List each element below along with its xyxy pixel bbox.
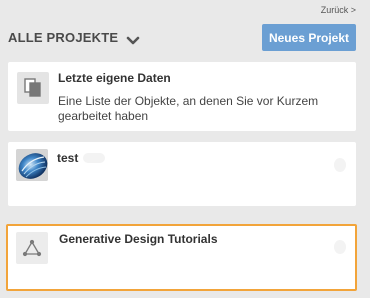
project-title: test (57, 151, 79, 165)
project-title: Generative Design Tutorials (59, 232, 218, 246)
page-title: ALLE PROJEKTE (8, 30, 119, 45)
project-card-recent-data[interactable]: Letzte eigene Daten Eine Liste der Objek… (8, 62, 356, 131)
project-card-generative-design[interactable]: Generative Design Tutorials (6, 224, 357, 291)
projects-panel: Zurück > ALLE PROJEKTE Neues Projekt Let… (0, 0, 370, 298)
new-project-button[interactable]: Neues Projekt (262, 24, 356, 51)
project-title: Letzte eigene Daten (58, 71, 171, 85)
back-link[interactable]: Zurück > (321, 5, 356, 15)
options-icon[interactable] (334, 240, 346, 254)
status-indicator (83, 153, 105, 163)
chevron-down-icon (126, 33, 140, 44)
documents-icon (17, 72, 49, 104)
project-thumbnail (16, 149, 48, 181)
project-filter-dropdown[interactable]: ALLE PROJEKTE (8, 30, 140, 45)
generative-design-icon (16, 232, 48, 264)
project-card-test[interactable]: test (8, 142, 356, 206)
options-icon[interactable] (334, 158, 346, 172)
project-description: Eine Liste der Objekte, an denen Sie vor… (58, 94, 319, 123)
